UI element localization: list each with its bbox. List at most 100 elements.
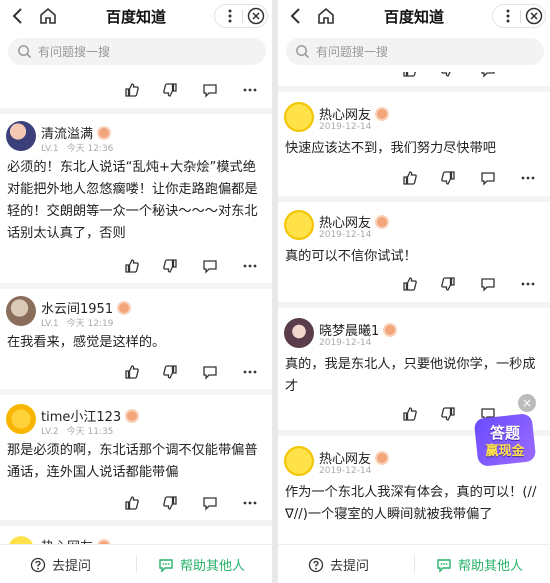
back-arrow-icon[interactable] bbox=[8, 6, 28, 26]
search-icon bbox=[296, 45, 310, 59]
more-horizontal-icon[interactable] bbox=[520, 72, 536, 78]
username[interactable]: 热心网友 bbox=[319, 104, 390, 123]
comment-icon[interactable] bbox=[202, 364, 218, 380]
comment-icon[interactable] bbox=[202, 495, 218, 511]
thumb-up-icon[interactable] bbox=[124, 258, 140, 274]
answer-meta: 2019-12-14 bbox=[319, 230, 379, 240]
close-circle-icon[interactable] bbox=[247, 7, 265, 25]
thumb-up-icon[interactable] bbox=[402, 170, 418, 186]
question-circle-icon bbox=[308, 557, 324, 572]
answer-time: 今天 12:19 bbox=[66, 319, 114, 329]
username[interactable]: 水云间1951 bbox=[41, 298, 132, 317]
answer-text: 真的可以不信你试试！ bbox=[285, 249, 417, 264]
comment-icon[interactable] bbox=[480, 170, 496, 186]
thumb-down-icon[interactable] bbox=[162, 495, 178, 511]
username-text: 热心网友 bbox=[41, 536, 93, 544]
more-vertical-icon[interactable] bbox=[500, 8, 516, 24]
more-horizontal-icon[interactable] bbox=[520, 170, 536, 186]
home-icon[interactable] bbox=[316, 6, 336, 26]
username-text: 晓梦晨曦1 bbox=[319, 324, 380, 339]
answer-actions bbox=[396, 168, 548, 190]
bottom-divider bbox=[136, 555, 137, 573]
avatar[interactable] bbox=[6, 296, 36, 326]
more-horizontal-icon[interactable] bbox=[242, 495, 258, 511]
thumb-down-icon[interactable] bbox=[440, 72, 456, 78]
home-icon[interactable] bbox=[38, 6, 58, 26]
badge-close-icon[interactable]: × bbox=[518, 394, 536, 412]
search-placeholder: 有问题搜一搜 bbox=[316, 45, 389, 59]
ask-question-button[interactable]: 去提问 bbox=[308, 555, 369, 574]
avatar[interactable] bbox=[6, 121, 36, 151]
avatar[interactable] bbox=[284, 318, 314, 348]
answer-time: 2019-12-14 bbox=[319, 466, 372, 476]
help-others-button[interactable]: 帮助其他人 bbox=[158, 555, 245, 574]
answer-meta: 2019-12-14 bbox=[319, 122, 379, 132]
close-circle-icon[interactable] bbox=[525, 7, 543, 25]
medal-icon bbox=[97, 125, 112, 140]
answer-text: 作为一个东北人我深有体会，真的可以！(//∇//)一个寝室的人瞬间就被我带偏了 bbox=[285, 485, 537, 522]
thumb-down-icon[interactable] bbox=[162, 364, 178, 380]
comment-icon[interactable] bbox=[202, 82, 218, 98]
thumb-up-icon[interactable] bbox=[124, 364, 140, 380]
thumb-up-icon[interactable] bbox=[124, 82, 140, 98]
username[interactable]: time小江123 bbox=[41, 406, 140, 425]
answer-meta: 2019-12-14 bbox=[319, 466, 379, 476]
more-vertical-icon[interactable] bbox=[222, 8, 238, 24]
ask-question-label: 去提问 bbox=[52, 559, 92, 574]
more-horizontal-icon[interactable] bbox=[242, 364, 258, 380]
capsule-divider bbox=[242, 10, 243, 23]
thumb-up-icon[interactable] bbox=[402, 406, 418, 422]
answer-actions bbox=[118, 493, 270, 515]
answer-actions bbox=[118, 80, 270, 102]
username-text: time小江123 bbox=[41, 410, 122, 425]
answer-list[interactable]: 热心网友 2019-12-14 快速应该达不到，我们努力尽快带吧 热心网友 20… bbox=[278, 72, 550, 544]
answer-actions bbox=[118, 256, 270, 278]
answer-meta: LV.2 今天 11:35 bbox=[41, 424, 121, 437]
more-horizontal-icon[interactable] bbox=[520, 276, 536, 292]
answer-text: 必须的！东北人说话“乱炖+大杂烩”模式绝对能把外地人忽悠瘸喽！让你走路跑偏都是轻… bbox=[7, 160, 258, 241]
avatar[interactable] bbox=[284, 210, 314, 240]
thumb-down-icon[interactable] bbox=[440, 406, 456, 422]
answer-text: 那是必须的啊，东北话那个调不仅能带偏普通话，连外国人说话都能带偏 bbox=[7, 443, 258, 480]
avatar[interactable] bbox=[6, 404, 36, 434]
thumb-up-icon[interactable] bbox=[402, 276, 418, 292]
answer-time: 今天 11:35 bbox=[66, 427, 114, 437]
username[interactable]: 热心网友 bbox=[319, 212, 390, 231]
username[interactable]: 热心网友 bbox=[41, 536, 112, 544]
search-input[interactable]: 有问题搜一搜 bbox=[8, 38, 266, 65]
more-horizontal-icon[interactable] bbox=[242, 82, 258, 98]
medal-icon bbox=[375, 450, 390, 465]
thumb-down-icon[interactable] bbox=[440, 170, 456, 186]
back-arrow-icon[interactable] bbox=[286, 6, 306, 26]
comment-icon[interactable] bbox=[480, 72, 496, 78]
comment-icon[interactable] bbox=[202, 258, 218, 274]
help-others-label: 帮助其他人 bbox=[458, 559, 524, 574]
avatar[interactable] bbox=[284, 446, 314, 476]
thumb-up-icon[interactable] bbox=[124, 495, 140, 511]
thumb-up-icon[interactable] bbox=[402, 72, 418, 78]
search-input[interactable]: 有问题搜一搜 bbox=[286, 38, 544, 65]
answer-actions bbox=[118, 362, 270, 384]
avatar[interactable] bbox=[6, 534, 36, 544]
username[interactable]: 晓梦晨曦1 bbox=[319, 320, 398, 339]
username[interactable]: 清流溢满 bbox=[41, 123, 112, 142]
thumb-down-icon[interactable] bbox=[162, 258, 178, 274]
ask-question-button[interactable]: 去提问 bbox=[30, 555, 91, 574]
username[interactable]: 热心网友 bbox=[319, 448, 390, 467]
thumb-down-icon[interactable] bbox=[162, 82, 178, 98]
mini-program-capsule bbox=[492, 4, 546, 28]
avatar[interactable] bbox=[284, 102, 314, 132]
comment-icon[interactable] bbox=[480, 276, 496, 292]
divider bbox=[278, 196, 550, 202]
answer-reward-badge[interactable]: × 答题 赢现金 bbox=[470, 394, 540, 470]
answer-list[interactable]: 清流溢满 LV.1 今天 12:36 必须的！东北人说话“乱炖+大杂烩”模式绝对能… bbox=[0, 72, 272, 544]
answer-meta: LV.1 今天 12:36 bbox=[41, 141, 121, 154]
right-screen: 百度知道 有问题搜一搜 热心网友 2019-12-14 快速应该达不到，我们努力… bbox=[278, 0, 550, 583]
more-horizontal-icon[interactable] bbox=[242, 258, 258, 274]
medal-icon bbox=[375, 214, 390, 229]
answer-meta: LV.1 今天 12:19 bbox=[41, 316, 121, 329]
answer-text: 真的，我是东北人，只要他说你学，一秒成才 bbox=[285, 357, 536, 394]
thumb-down-icon[interactable] bbox=[440, 276, 456, 292]
help-others-button[interactable]: 帮助其他人 bbox=[436, 555, 523, 574]
username-text: 热心网友 bbox=[319, 108, 372, 123]
